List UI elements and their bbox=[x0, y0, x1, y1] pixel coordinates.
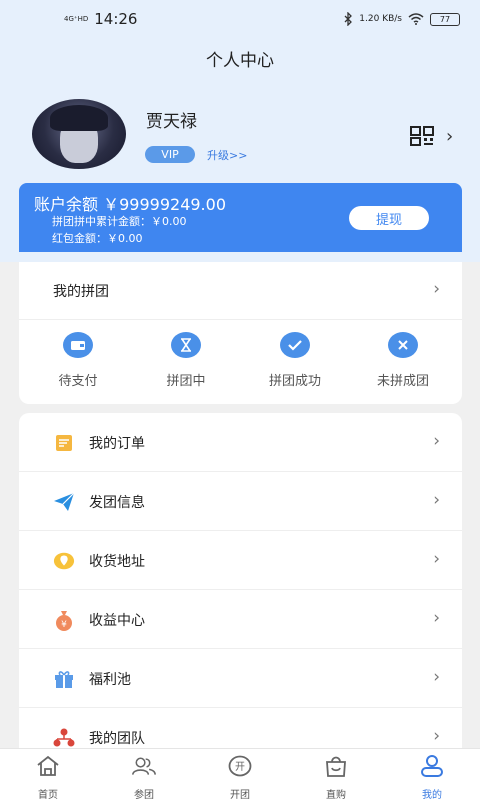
wallet-icon bbox=[63, 332, 93, 358]
status-label: 未拼成团 bbox=[376, 374, 429, 389]
menu-card: 我的订单 › 发团信息 › 收货地址 › ¥ 收益中心 › 福利池 › 我的团队… bbox=[19, 413, 462, 753]
redpacket-label: 红包金额： bbox=[52, 232, 107, 245]
people-icon bbox=[132, 757, 156, 775]
send-icon bbox=[53, 491, 75, 513]
qr-code-icon[interactable] bbox=[410, 126, 436, 146]
money-bag-icon: ¥ bbox=[53, 609, 75, 631]
avatar[interactable] bbox=[32, 99, 126, 169]
upgrade-link[interactable]: 升级>> bbox=[207, 147, 247, 163]
balance-value: ￥99999249.00 bbox=[103, 195, 226, 214]
tab-home[interactable]: 首页 bbox=[18, 755, 78, 800]
close-icon bbox=[388, 332, 418, 358]
menu-item-group-info[interactable]: 发团信息 › bbox=[19, 472, 462, 531]
menu-item-address[interactable]: 收货地址 › bbox=[19, 531, 462, 590]
tab-label: 首页 bbox=[38, 790, 58, 800]
menu-item-label: 收益中心 bbox=[89, 613, 145, 629]
chevron-right-icon: › bbox=[433, 608, 440, 628]
wifi-icon bbox=[408, 13, 424, 25]
menu-item-orders[interactable]: 我的订单 › bbox=[19, 413, 462, 472]
bottom-tab-bar: 首页 参团 开 开团 直购 我的 bbox=[0, 748, 480, 800]
bluetooth-icon bbox=[344, 12, 353, 26]
my-group-title: 我的拼团 bbox=[53, 284, 109, 300]
menu-item-team[interactable]: 我的团队 › bbox=[19, 708, 462, 753]
tab-open-group[interactable]: 开 开团 bbox=[210, 755, 270, 800]
tab-direct-buy[interactable]: 直购 bbox=[306, 755, 366, 800]
status-bar: 4G⁺HD 14:26 1.20 KB/s 77 bbox=[0, 0, 480, 38]
tab-label: 直购 bbox=[326, 790, 346, 800]
chevron-right-icon: › bbox=[433, 490, 440, 510]
status-label: 拼团中 bbox=[166, 374, 206, 389]
menu-item-label: 收货地址 bbox=[89, 554, 145, 570]
chevron-right-icon: › bbox=[433, 279, 440, 299]
gift-icon bbox=[53, 668, 75, 690]
menu-item-label: 福利池 bbox=[89, 672, 131, 688]
my-group-row[interactable]: 我的拼团 › bbox=[19, 262, 462, 320]
menu-item-label: 发团信息 bbox=[89, 495, 145, 511]
menu-item-label: 我的订单 bbox=[89, 436, 145, 452]
svg-text:开: 开 bbox=[235, 762, 245, 773]
status-pending-payment[interactable]: 待支付 bbox=[33, 332, 123, 389]
network-speed: 1.20 KB/s bbox=[359, 14, 402, 24]
tab-join-group[interactable]: 参团 bbox=[114, 755, 174, 800]
team-icon bbox=[53, 727, 75, 749]
status-success[interactable]: 拼团成功 bbox=[250, 332, 340, 389]
status-label: 拼团成功 bbox=[268, 374, 321, 389]
hourglass-icon bbox=[171, 332, 201, 358]
accumulated-value: ￥0.00 bbox=[151, 215, 187, 228]
vip-badge: VIP bbox=[145, 146, 195, 163]
svg-text:¥: ¥ bbox=[61, 620, 67, 630]
status-time: 14:26 bbox=[94, 10, 138, 28]
shopping-bag-icon bbox=[326, 756, 346, 777]
tab-mine[interactable]: 我的 bbox=[402, 755, 462, 800]
home-icon bbox=[37, 755, 59, 776]
group-card: 我的拼团 › 待支付 拼团中 拼团成功 未拼成团 bbox=[19, 262, 462, 404]
chevron-right-icon: › bbox=[433, 726, 440, 746]
user-icon bbox=[421, 755, 443, 777]
check-icon bbox=[280, 332, 310, 358]
balance-line: 账户余额 ￥99999249.00 bbox=[34, 191, 226, 215]
location-icon bbox=[53, 550, 75, 572]
menu-item-earnings[interactable]: ¥ 收益中心 › bbox=[19, 590, 462, 649]
accumulated-label: 拼团拼中累计金额： bbox=[52, 215, 151, 228]
chevron-right-icon: › bbox=[433, 431, 440, 451]
battery-indicator: 77 bbox=[430, 12, 460, 26]
order-icon bbox=[53, 432, 75, 454]
username: 贾天禄 bbox=[146, 112, 197, 132]
status-in-progress[interactable]: 拼团中 bbox=[141, 332, 231, 389]
redpacket-value: ￥0.00 bbox=[107, 232, 143, 245]
status-label: 待支付 bbox=[58, 374, 98, 389]
status-failed[interactable]: 未拼成团 bbox=[358, 332, 448, 389]
tab-label: 开团 bbox=[230, 790, 250, 800]
balance-label: 账户余额 bbox=[34, 195, 99, 214]
page-title: 个人中心 bbox=[206, 51, 274, 71]
menu-item-label: 我的团队 bbox=[89, 731, 145, 747]
accumulated-line: 拼团拼中累计金额：￥0.00 bbox=[52, 213, 187, 229]
redpacket-line: 红包金额：￥0.00 bbox=[52, 230, 143, 246]
withdraw-button[interactable]: 提现 bbox=[349, 206, 429, 230]
chevron-right-icon[interactable]: › bbox=[446, 126, 453, 147]
tab-label: 我的 bbox=[422, 790, 442, 800]
chevron-right-icon: › bbox=[433, 667, 440, 687]
chevron-right-icon: › bbox=[433, 549, 440, 569]
tab-label: 参团 bbox=[134, 790, 154, 800]
open-group-icon: 开 bbox=[228, 755, 252, 777]
signal-indicator: 4G⁺HD bbox=[64, 15, 89, 23]
menu-item-welfare-pool[interactable]: 福利池 › bbox=[19, 649, 462, 708]
